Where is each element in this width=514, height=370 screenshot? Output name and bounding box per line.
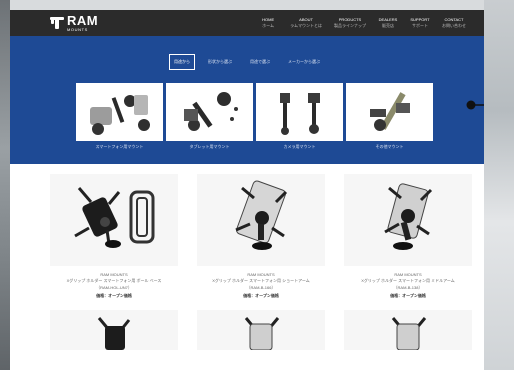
category-card-tablet[interactable]: タブレット用マウント <box>166 83 253 150</box>
nav-support[interactable]: SUPPORT サポート <box>410 17 430 29</box>
main-nav: HOME ホーム ABOUT ラムマウントとは PRODUCTS 製品ラインナッ… <box>258 17 466 29</box>
nav-contact[interactable]: CONTACT お問い合わせ <box>442 17 466 29</box>
product-image <box>344 309 472 350</box>
website-page: RAM MOUNTS HOME ホーム ABOUT ラムマウントとは PRODU… <box>10 10 484 370</box>
tab-by-shape[interactable]: 形状から選ぶ <box>203 54 237 70</box>
product-image <box>197 309 325 350</box>
desk-background-right <box>484 0 514 370</box>
ram-mounts-logo[interactable]: RAM MOUNTS <box>50 14 98 32</box>
product-price: 価格：オープン価格 <box>390 293 426 299</box>
category-label: スマートフォン用マウント <box>95 144 144 149</box>
site-header: RAM MOUNTS HOME ホーム ABOUT ラムマウントとは PRODU… <box>10 10 484 36</box>
phone-mount-icon <box>76 83 163 141</box>
product-card[interactable] <box>197 309 325 350</box>
nav-about[interactable]: ABOUT ラムマウントとは <box>290 17 322 29</box>
product-code: （RAM-HOL-UN7） <box>96 284 132 290</box>
ram-logo-icon <box>50 17 64 29</box>
nav-dealers[interactable]: DEALERS 販売店 <box>378 17 398 29</box>
product-grid: RAM MOUNTS Xグリップ ホルダー スマートフォン用 ボール ベース （… <box>50 174 472 350</box>
product-image <box>344 174 472 266</box>
product-price: 価格：オープン価格 <box>243 293 279 299</box>
category-card-phone[interactable]: スマートフォン用マウント <box>76 83 163 150</box>
category-card-other[interactable]: その他マウント <box>346 83 433 150</box>
product-card[interactable]: RAM MOUNTS Xグリップ ホルダー スマートフォン用 ミドルアーム （R… <box>344 174 472 300</box>
desk-background-top <box>0 0 514 10</box>
product-image <box>197 174 325 266</box>
other-mount-icon <box>346 83 433 141</box>
tab-by-use[interactable]: 用途から <box>169 54 195 70</box>
tablet-mount-icon <box>166 83 253 141</box>
category-cards: スマートフォン用マウント タブレット用マウント カメラ用マウント その他マウント <box>76 83 433 150</box>
category-tabs: 用途から 形状から選ぶ 用途で選ぶ メーカーから選ぶ <box>10 54 484 70</box>
logo-subtitle: MOUNTS <box>67 27 88 32</box>
category-label: カメラ用マウント <box>283 144 316 149</box>
product-price: 価格：オープン価格 <box>96 293 132 299</box>
tab-by-maker[interactable]: メーカーから選ぶ <box>283 54 325 70</box>
product-image <box>50 309 178 350</box>
product-card[interactable]: RAM MOUNTS Xグリップ ホルダー スマートフォン用 ショートアーム （… <box>197 174 325 300</box>
desk-background-left <box>0 0 10 370</box>
tab-by-purpose[interactable]: 用途で選ぶ <box>245 54 275 70</box>
product-card[interactable]: RAM MOUNTS Xグリップ ホルダー スマートフォン用 ボール ベース （… <box>50 174 178 300</box>
nav-products[interactable]: PRODUCTS 製品ラインナップ <box>334 17 366 29</box>
category-label: タブレット用マウント <box>189 144 230 149</box>
category-card-camera[interactable]: カメラ用マウント <box>256 83 343 150</box>
product-card[interactable] <box>344 309 472 350</box>
logo-name: RAM <box>67 13 99 28</box>
product-image <box>50 174 178 266</box>
product-code: （RAM-B-166） <box>246 284 276 290</box>
product-code: （RAM-B-138） <box>393 284 423 290</box>
slider-indicator-icon <box>466 100 484 110</box>
nav-home[interactable]: HOME ホーム <box>258 17 278 29</box>
category-label: その他マウント <box>375 144 404 149</box>
product-card[interactable] <box>50 309 178 350</box>
camera-mount-icon <box>256 83 343 141</box>
hero-category-section: 用途から 形状から選ぶ 用途で選ぶ メーカーから選ぶ スマートフォン用マウント … <box>10 36 484 164</box>
